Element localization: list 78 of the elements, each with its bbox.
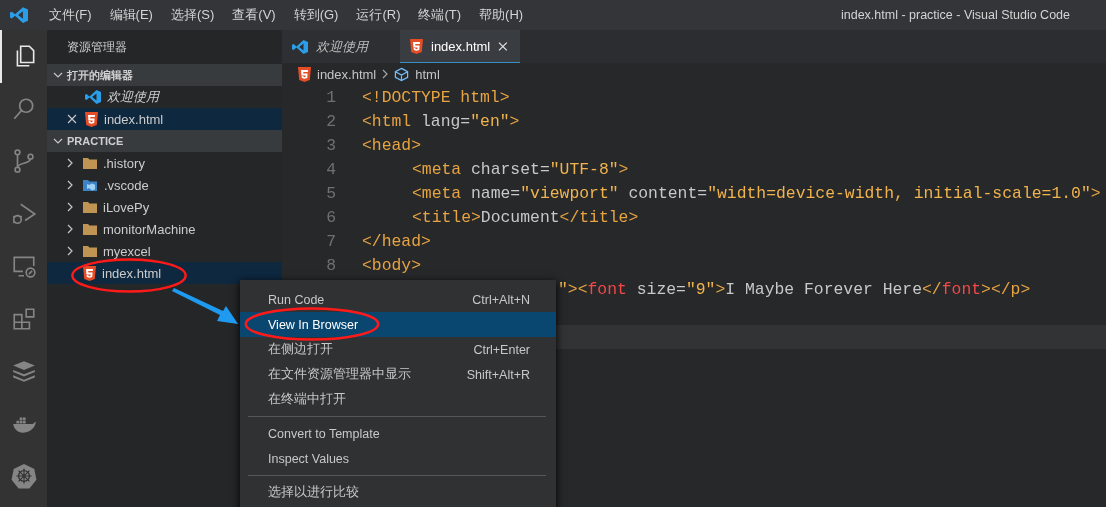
menu-item[interactable]: 帮助(H) <box>470 6 533 24</box>
cube-icon <box>394 66 410 82</box>
helm-wheel-icon[interactable] <box>10 463 37 490</box>
vscode-folder-icon <box>83 178 98 192</box>
chevron-down-icon <box>53 70 63 80</box>
menu-item[interactable]: 查看(V) <box>223 6 285 24</box>
breadcrumb[interactable]: index.html <box>298 66 377 82</box>
folder-icon <box>83 201 97 213</box>
chevron-right-icon <box>65 246 75 256</box>
sidebar-title: 资源管理器 <box>67 39 127 55</box>
vscode-logo-icon <box>292 38 308 55</box>
menu-item[interactable]: 运行(R) <box>347 6 410 24</box>
chevron-right-icon <box>65 180 75 190</box>
menu-item[interactable]: 在文件资源管理器中显示 Shift+Alt+R <box>240 362 556 387</box>
menu-item[interactable]: 选择(S) <box>161 6 224 24</box>
folder-icon <box>83 245 97 257</box>
html5-icon <box>85 111 98 127</box>
tree-item[interactable]: monitorMachine <box>47 218 282 240</box>
open-editor-item[interactable]: index.html <box>47 108 282 130</box>
chevron-right-icon <box>65 224 75 234</box>
shortcut-label: Ctrl+Alt+N <box>472 292 530 307</box>
folder-icon <box>83 157 97 169</box>
code-line: <html lang="en"> <box>362 111 520 131</box>
code-line: </head> <box>362 231 431 251</box>
window-title: index.html - practice - Visual Studio Code <box>840 8 1070 22</box>
menu-item[interactable]: Convert to Template <box>240 421 556 446</box>
line-number: 5 <box>326 183 336 203</box>
tree-item[interactable]: .vscode <box>47 174 282 196</box>
shortcut-label: Shift+Alt+R <box>466 367 530 382</box>
html5-icon <box>298 66 311 82</box>
tree-item[interactable]: myexcel <box>47 240 282 262</box>
folder-icon <box>83 223 97 235</box>
html5-icon <box>410 38 423 54</box>
line-number: 2 <box>326 111 336 131</box>
editor-tab[interactable]: index.html <box>400 30 520 63</box>
chevron-right-icon <box>65 158 75 168</box>
menu-item[interactable]: View In Browser <box>240 312 556 337</box>
menu-item[interactable]: 在终端中打开 <box>240 387 556 412</box>
tree-item[interactable]: index.html <box>47 262 282 284</box>
close-icon[interactable] <box>67 114 77 124</box>
menu-item[interactable]: 在侧边打开 Ctrl+Enter <box>240 337 556 362</box>
menu-item[interactable]: 转到(G) <box>284 6 348 24</box>
breadcrumb[interactable]: html <box>394 66 440 82</box>
menu-item[interactable]: 文件(F) <box>40 6 101 24</box>
shortcut-label: Ctrl+Enter <box>473 342 530 357</box>
code-line: <meta charset="UTF-8"> <box>411 159 629 179</box>
menu-item[interactable]: 选择以进行比较 <box>240 480 556 505</box>
extensions-icon[interactable] <box>10 305 37 332</box>
annotation-arrow <box>170 288 240 326</box>
code-line: "><font size="9">I Maybe Forever Here</font></p> <box>557 279 1031 299</box>
code-line: <head> <box>362 135 422 155</box>
tree-item[interactable]: iLovePy <box>47 196 282 218</box>
menu-item[interactable]: Inspect Values <box>240 446 556 471</box>
menu-item[interactable]: 终端(T) <box>409 6 471 24</box>
line-number: 6 <box>326 207 336 227</box>
vscode-logo-icon <box>85 89 101 105</box>
close-icon[interactable] <box>498 40 508 52</box>
chevron-right-icon <box>381 69 390 79</box>
line-number: 7 <box>326 231 336 251</box>
line-number: 3 <box>326 135 336 155</box>
line-number: 4 <box>326 159 336 179</box>
section-header[interactable]: 打开的编辑器 <box>47 64 282 86</box>
html5-icon <box>83 265 96 281</box>
code-line: <meta name="viewport" content="width=device-width, initial-scale=1.0"> <box>411 183 1101 203</box>
tree-item[interactable]: .history <box>47 152 282 174</box>
code-line: <title>Document</title> <box>411 207 639 227</box>
code-line: <body> <box>362 255 422 275</box>
chevron-right-icon <box>65 202 75 212</box>
section-header[interactable]: PRACTICE <box>47 130 282 152</box>
menu-item[interactable]: 编辑(E) <box>100 6 162 24</box>
line-number: 1 <box>326 87 336 107</box>
stack-icon[interactable] <box>10 358 37 385</box>
code-line: <!DOCTYPE html> <box>362 87 510 107</box>
vscode-logo-icon <box>10 6 28 24</box>
line-number: 8 <box>326 255 336 275</box>
menu-item[interactable]: Run Code Ctrl+Alt+N <box>240 287 556 312</box>
chevron-down-icon <box>53 136 63 146</box>
open-editor-item[interactable]: 欢迎使用 <box>47 86 282 108</box>
